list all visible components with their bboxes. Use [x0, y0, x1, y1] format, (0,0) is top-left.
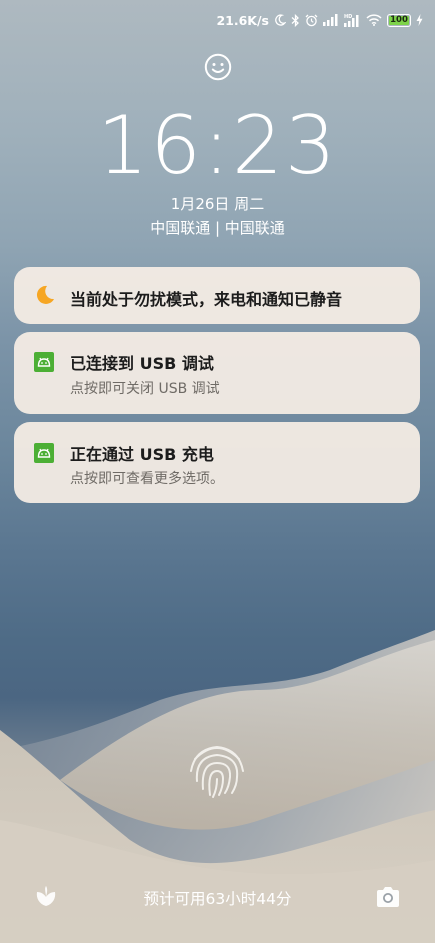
smiley-icon[interactable] [204, 53, 232, 85]
notification-dnd[interactable]: 当前处于勿扰模式，来电和通知已静音 [14, 267, 420, 324]
charging-icon [416, 14, 423, 26]
notification-usb-debug[interactable]: 已连接到 USB 调试 点按即可关闭 USB 调试 [14, 332, 420, 414]
android-debug-icon [34, 443, 54, 467]
wifi-icon [366, 14, 382, 26]
signal-icon [323, 14, 339, 26]
alarm-icon [305, 14, 318, 27]
android-debug-icon [34, 352, 54, 376]
bluetooth-icon [291, 13, 300, 27]
notification-usb-charging[interactable]: 正在通过 USB 充电 点按即可查看更多选项。 [14, 422, 420, 503]
clock: 16:23 [97, 99, 338, 192]
notification-subtitle: 点按即可查看更多选项。 [70, 471, 224, 487]
svg-text:HD: HD [344, 14, 352, 20]
notification-title: 当前处于勿扰模式，来电和通知已静音 [70, 290, 343, 309]
net-speed: 21.6K/s [216, 12, 269, 28]
camera-icon[interactable] [375, 886, 401, 912]
battery-level: 100 [390, 14, 408, 25]
carrier-names: 中国联通 | 中国联通 [150, 219, 285, 237]
battery-icon: 100 [387, 13, 411, 27]
signal-hd-icon: HD [344, 13, 361, 27]
status-bar: 21.6K/s HD 100 [216, 10, 423, 30]
battery-estimate: 预计可用63小时44分 [143, 890, 292, 908]
date: 1月26日 周二 [170, 195, 265, 213]
notification-title: 正在通过 USB 充电 [70, 445, 214, 464]
notification-subtitle: 点按即可关闭 USB 调试 [70, 381, 220, 397]
notification-title: 已连接到 USB 调试 [70, 354, 214, 373]
fingerprint-icon[interactable] [185, 737, 249, 805]
moon-icon [34, 284, 56, 310]
moon-icon [274, 14, 286, 26]
